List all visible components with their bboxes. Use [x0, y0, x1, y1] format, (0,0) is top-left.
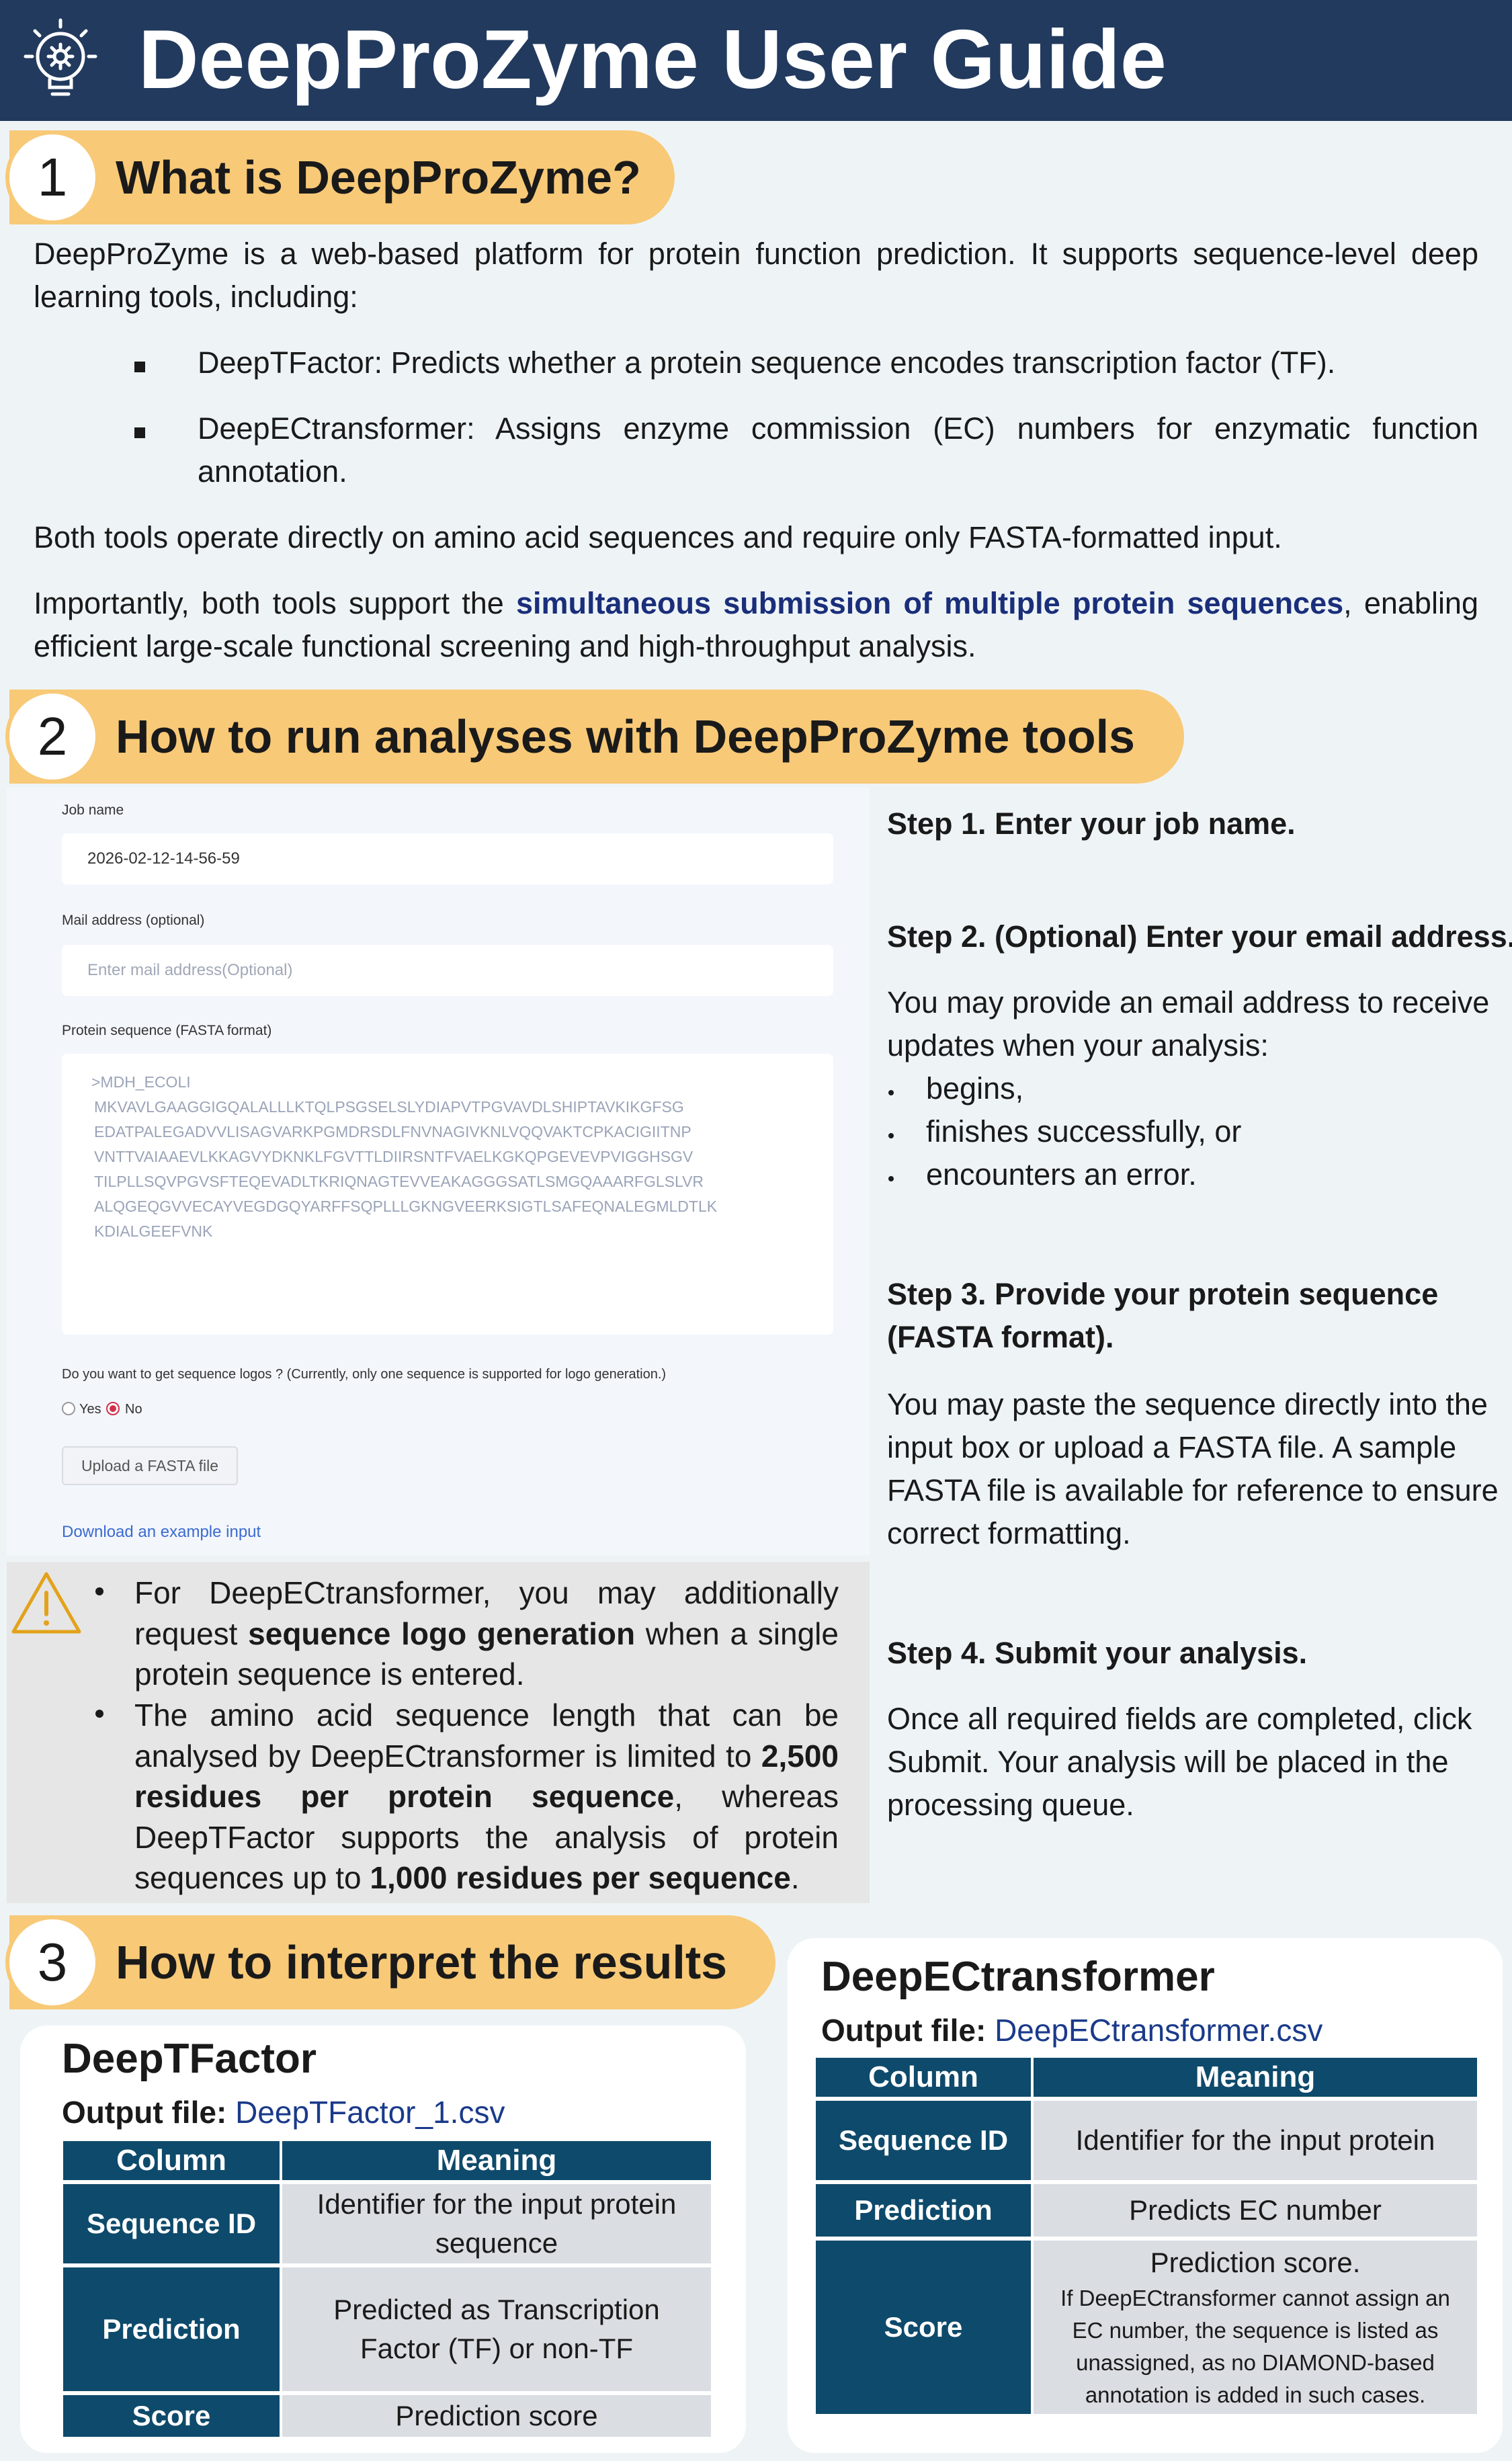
- table-cell-column: Sequence ID: [63, 2184, 280, 2263]
- section-title: What is DeepProZyme?: [116, 151, 641, 204]
- bullet-marker: [888, 1090, 894, 1095]
- sequence-line: >MDH_ECOLI: [91, 1073, 191, 1091]
- radio-no[interactable]: [106, 1402, 120, 1415]
- step-4-title: Step 4. Submit your analysis.: [887, 1636, 1308, 1670]
- table-cell-column: Prediction: [63, 2267, 280, 2391]
- mail-placeholder: Enter mail address(Optional): [87, 961, 293, 979]
- sequence-line: TILPLLSQVPGVSFTEQEVADLTKRIQNAGTEVVEAKAGG…: [94, 1173, 704, 1190]
- step-3-text: You may paste the sequence directly into…: [887, 1387, 1499, 1550]
- step-2-item: begins,: [926, 1071, 1024, 1106]
- deepectransformer-output: Output file: DeepECtransformer.csv: [821, 2013, 1323, 2048]
- radio-no-label: No: [125, 1402, 142, 1417]
- table-cell-column: Prediction: [816, 2184, 1031, 2237]
- table-cell-meaning: Identifier for the input protein: [1034, 2101, 1477, 2180]
- table-header-meaning: Meaning: [1034, 2058, 1477, 2097]
- deeptfactor-output: Output file: DeepTFactor_1.csv: [62, 2095, 505, 2130]
- step-2-item: encounters an error.: [926, 1157, 1197, 1192]
- bullet-deeptfactor: DeepTFactor: Predicts whether a protein …: [198, 345, 1336, 380]
- bullet-marker: [888, 1133, 894, 1138]
- sequence-line: EDATPALEGADVVLISAGVARKPGMDRSDLFNVNAGIVKN…: [94, 1123, 691, 1140]
- radio-yes-label: Yes: [79, 1402, 101, 1417]
- sequence-line: MKVAVLGAAGGIGQALALLLKTQLPSGSELSLYDIAPVTP…: [94, 1098, 684, 1116]
- table-cell-meaning: Prediction score: [282, 2395, 711, 2437]
- highlight-text: simultaneous submission of multiple prot…: [515, 586, 1344, 620]
- warning-triangle-icon: [11, 1572, 81, 1634]
- table-cell-meaning: Prediction score. If DeepECtransformer c…: [1034, 2241, 1477, 2414]
- bullet-marker: [95, 1710, 103, 1718]
- section-title: How to run analyses with DeepProZyme too…: [116, 710, 1135, 763]
- table-cell-meaning: Predicted as Transcription Factor (TF) o…: [282, 2267, 711, 2391]
- step-2-item: finishes successfully, or: [926, 1114, 1242, 1149]
- deepectransformer-title: DeepECtransformer: [821, 1954, 1215, 2000]
- step-1-title: Step 1. Enter your job name.: [887, 806, 1296, 841]
- section-3-badge: 3 How to interpret the results: [5, 1915, 775, 2009]
- section-number: 1: [5, 130, 99, 224]
- step-3-title: Step 3. Provide your protein sequence (F…: [887, 1277, 1439, 1354]
- table-cell-column: Score: [816, 2241, 1031, 2414]
- sequence-line: ALQGEQGVVECAYVEGDGQYARFFSQPLLLGKNGVEERKS…: [94, 1198, 718, 1215]
- warning-bullet-2: The amino acid sequence length that can …: [134, 1698, 839, 1895]
- radio-yes[interactable]: [62, 1402, 75, 1415]
- page-title: DeepProZyme User Guide: [138, 13, 1167, 106]
- page-header: DeepProZyme User Guide: [0, 0, 1512, 121]
- table-header-meaning: Meaning: [282, 2141, 711, 2180]
- fasta-paragraph: Both tools operate directly on amino aci…: [34, 520, 1282, 554]
- job-name-value: 2026-02-12-14-56-59: [87, 849, 240, 868]
- deepectransformer-output-file: DeepECtransformer.csv: [995, 2013, 1323, 2048]
- step-4-text: Once all required fields are completed, …: [887, 1702, 1472, 1822]
- step-2-text: You may provide an email address to rece…: [887, 985, 1490, 1062]
- mail-label: Mail address (optional): [62, 913, 205, 928]
- section-number: 2: [5, 690, 99, 784]
- section-2-badge: 2 How to run analyses with DeepProZyme t…: [5, 690, 1184, 784]
- warning-bullet-1: For DeepECtransformer, you may additiona…: [134, 1575, 839, 1692]
- table-cell-meaning: Predicts EC number: [1034, 2184, 1477, 2237]
- lightbulb-gear-icon: [24, 18, 97, 96]
- table-cell-column: Score: [63, 2395, 280, 2437]
- section-number: 3: [5, 1915, 99, 2009]
- deeptfactor-output-file: DeepTFactor_1.csv: [235, 2095, 505, 2130]
- logo-question: Do you want to get sequence logos ? (Cur…: [62, 1367, 667, 1382]
- table-header-column: Column: [816, 2058, 1031, 2097]
- intro-paragraph: DeepProZyme is a web-based platform for …: [34, 237, 1478, 314]
- bullet-marker: [134, 362, 145, 372]
- importantly-paragraph: Importantly, both tools support the simu…: [34, 586, 1478, 663]
- bullet-marker: [95, 1587, 103, 1595]
- section-1-badge: 1 What is DeepProZyme?: [5, 130, 675, 224]
- sequence-line: VNTTVAIAAEVLKKAGVYDKNKLFGVTTLDIIRSNTFVAE…: [94, 1148, 694, 1165]
- deeptfactor-title: DeepTFactor: [62, 2036, 317, 2082]
- score-meaning: Prediction score.: [1150, 2247, 1361, 2278]
- bullet-marker: [888, 1176, 894, 1181]
- section-title: How to interpret the results: [116, 1936, 728, 1989]
- sequence-label: Protein sequence (FASTA format): [62, 1023, 272, 1038]
- upload-fasta-button[interactable]: Upload a FASTA file: [62, 1446, 238, 1485]
- table-header-column: Column: [63, 2141, 280, 2180]
- score-note: If DeepECtransformer cannot assign an EC…: [1060, 2286, 1450, 2407]
- download-example-link[interactable]: Download an example input: [62, 1523, 261, 1542]
- sequence-line: KDIALGEEFVNK: [94, 1222, 213, 1240]
- table-cell-column: Sequence ID: [816, 2101, 1031, 2180]
- table-cell-meaning: Identifier for the input protein sequenc…: [282, 2184, 711, 2263]
- bullet-deepectransformer: DeepECtransformer: Assigns enzyme commis…: [198, 411, 1478, 489]
- bullet-marker: [134, 427, 145, 438]
- step-2-title: Step 2. (Optional) Enter your email addr…: [887, 919, 1512, 954]
- job-name-label: Job name: [62, 802, 124, 818]
